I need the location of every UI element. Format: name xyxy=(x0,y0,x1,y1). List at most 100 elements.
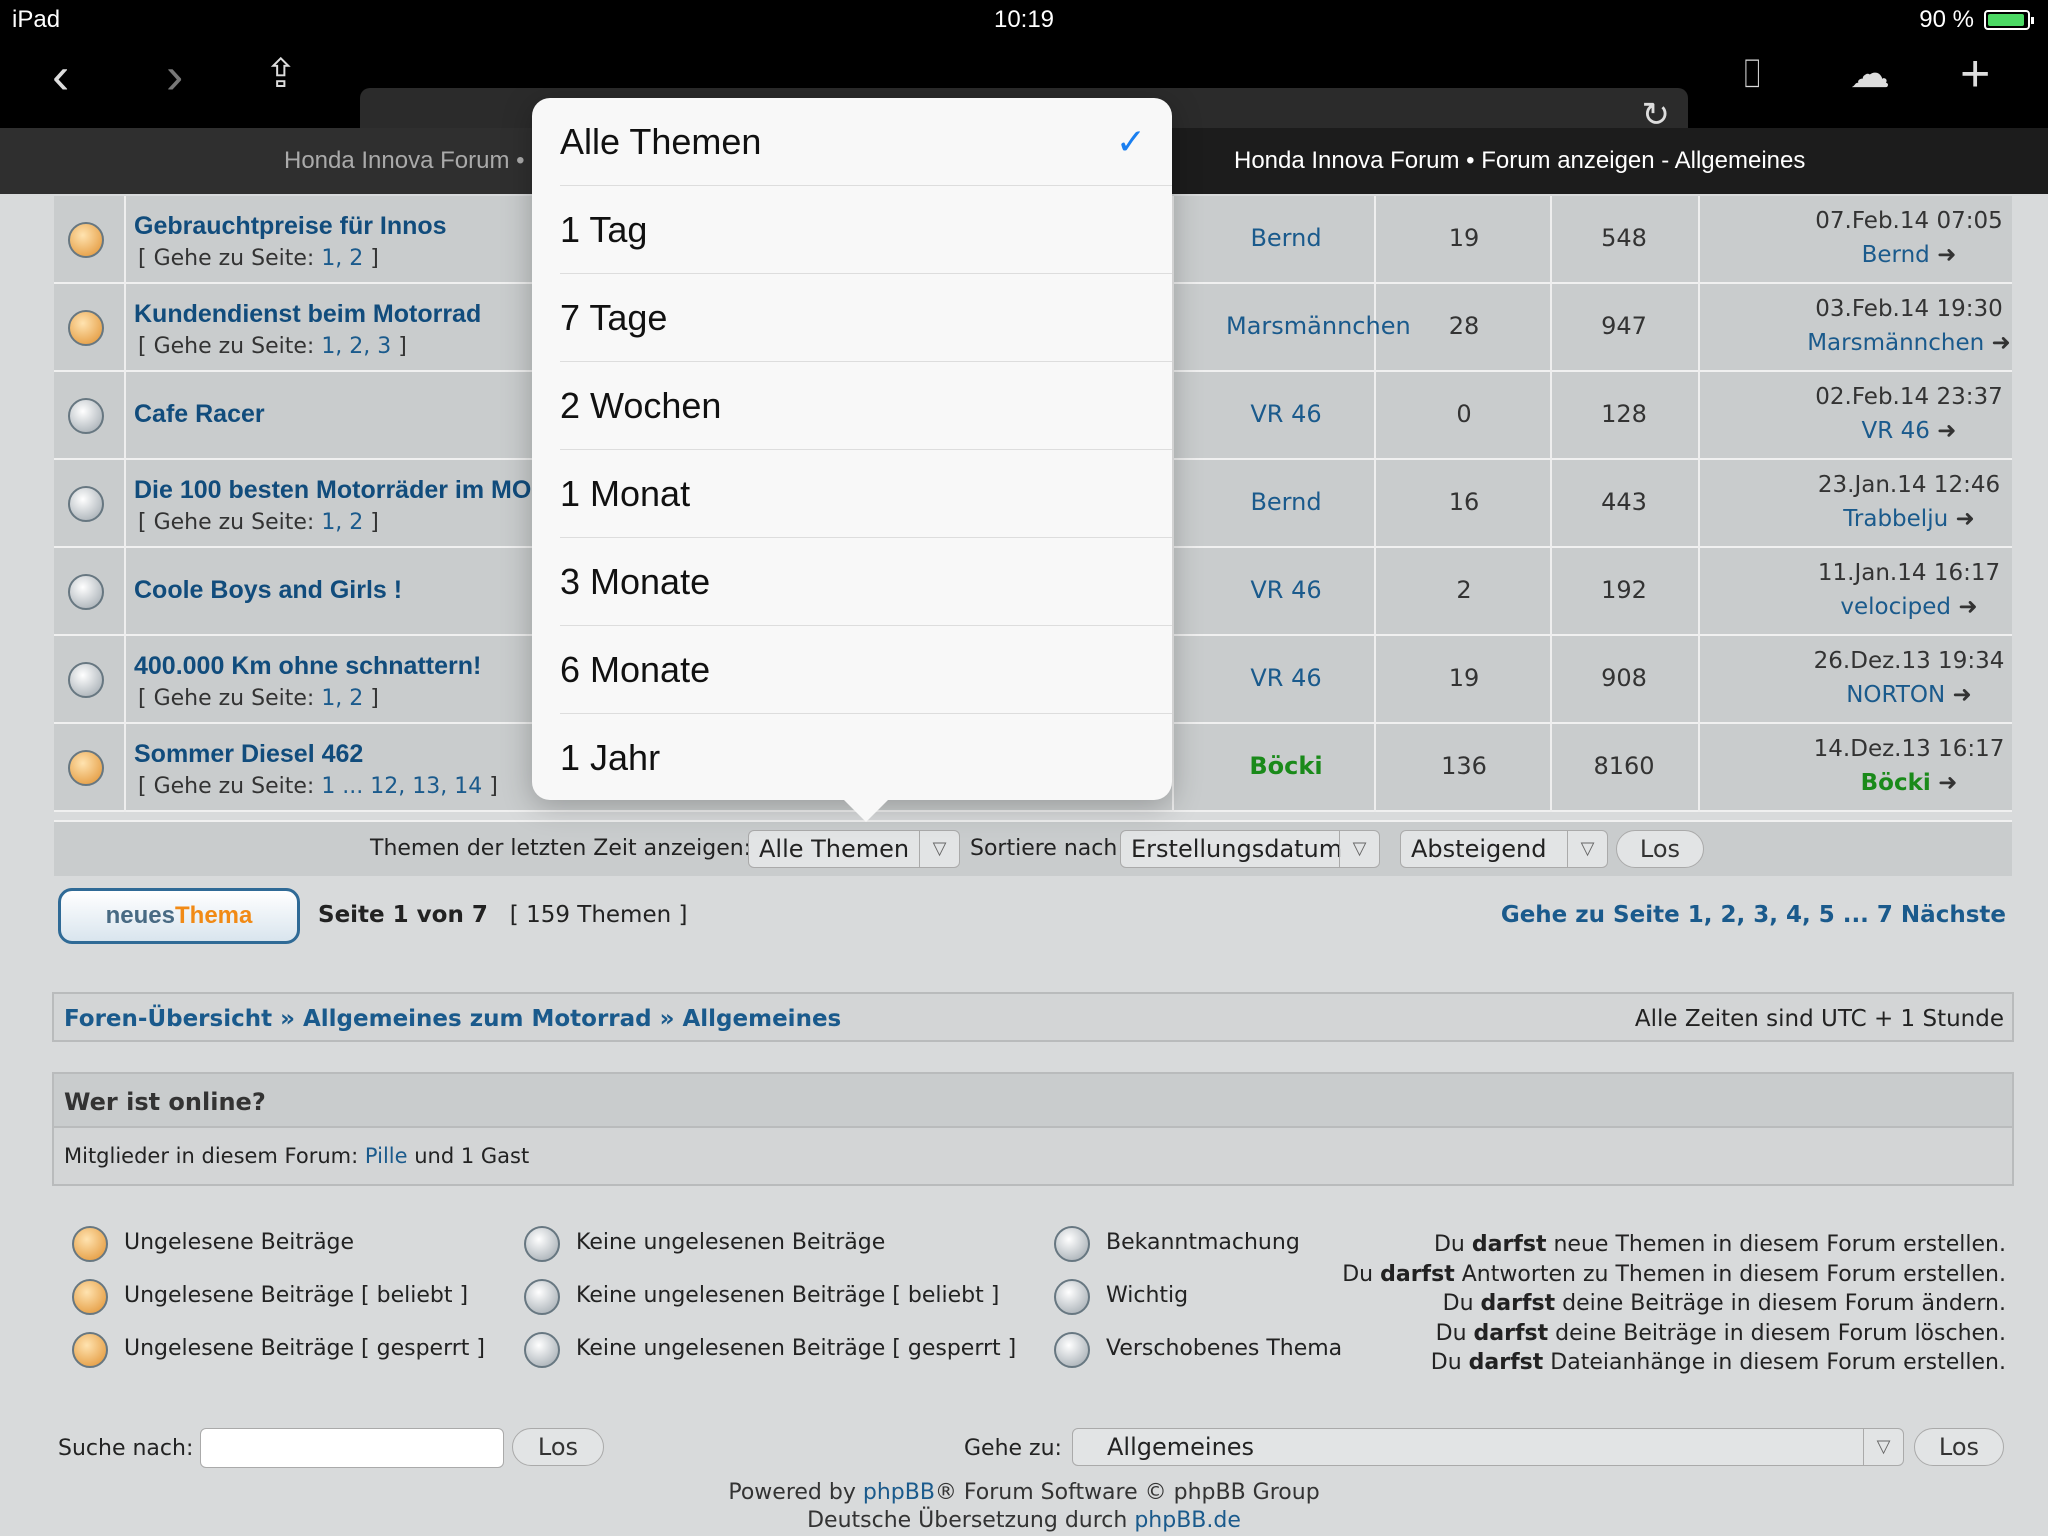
topic-author[interactable]: Bernd xyxy=(1226,488,1346,516)
last-post-date: 23.Jan.14 12:46 xyxy=(1817,472,2001,498)
goto-value: Allgemeines xyxy=(1107,1433,1255,1461)
pagination-links[interactable]: Gehe zu Seite 1, 2, 3, 4, 5 ... 7 Nächst… xyxy=(1501,902,2006,928)
last-post: 23.Jan.14 12:46 Trabbelju ➜ xyxy=(1754,468,2048,536)
goto-last-post-icon[interactable]: ➜ xyxy=(1953,682,1972,708)
last-post: 03.Feb.14 19:30 Marsmännchen ➜ xyxy=(1754,292,2048,360)
topic-title[interactable]: Coole Boys and Girls ! xyxy=(134,576,402,605)
last-post-date: 11.Jan.14 16:17 xyxy=(1817,560,2001,586)
topic-author[interactable]: Bernd xyxy=(1226,224,1346,252)
last-post: 07.Feb.14 07:05 Bernd ➜ xyxy=(1754,204,2048,272)
last-post-date: 14.Dez.13 16:17 xyxy=(1813,736,2005,762)
last-post: 14.Dez.13 16:17 Böcki ➜ xyxy=(1754,732,2048,800)
battery-percent: 90 % xyxy=(1919,6,1974,33)
reload-icon[interactable]: ↻ xyxy=(1642,98,1671,132)
last-post-user[interactable]: Trabbelju xyxy=(1843,506,1948,532)
goto-button[interactable]: Los xyxy=(1914,1428,2004,1466)
breadcrumb: Foren-Übersicht » Allgemeines zum Motorr… xyxy=(52,992,2014,1042)
topic-author[interactable]: VR 46 xyxy=(1226,576,1346,604)
time-filter-select[interactable]: Alle Themen ▽ xyxy=(748,830,960,868)
topic-status-icon xyxy=(68,222,104,258)
legend-icon xyxy=(524,1279,560,1315)
online-body: Mitglieder in diesem Forum: Pille und 1 … xyxy=(52,1126,2014,1186)
legend-label: Bekanntmachung xyxy=(1106,1230,1300,1255)
legend-icon xyxy=(72,1226,108,1262)
time-filter-label: Themen der letzten Zeit anzeigen: xyxy=(370,836,752,861)
dropdown-option[interactable]: 1 Tag xyxy=(560,186,1172,274)
back-icon[interactable]: ‹ xyxy=(52,50,69,102)
reply-count: 0 xyxy=(1456,400,1472,428)
topic-author[interactable]: Marsmännchen xyxy=(1226,312,1411,340)
topic-page-links[interactable]: 1, 2 xyxy=(321,246,363,271)
last-post-date: 02.Feb.14 23:37 xyxy=(1815,384,2003,410)
share-icon[interactable]: ⇪ xyxy=(264,54,298,94)
forward-icon[interactable]: › xyxy=(166,50,183,102)
topic-author[interactable]: Böcki xyxy=(1226,752,1346,780)
online-user[interactable]: Pille xyxy=(365,1144,408,1168)
goto-last-post-icon[interactable]: ➜ xyxy=(1937,242,1956,268)
legend-label: Keine ungelesenen Beiträge [ beliebt ] xyxy=(576,1283,1000,1308)
goto-last-post-icon[interactable]: ➜ xyxy=(1937,418,1956,444)
view-count: 947 xyxy=(1601,312,1647,340)
topic-title[interactable]: Kundendienst beim Motorrad xyxy=(134,300,481,329)
sort-field-select[interactable]: Erstellungsdatum ▽ xyxy=(1120,830,1380,868)
topic-page-links[interactable]: 1, 2 xyxy=(321,510,363,535)
last-post-user[interactable]: VR 46 xyxy=(1862,418,1930,444)
topic-title[interactable]: Sommer Diesel 462 xyxy=(134,740,363,769)
new-topic-button[interactable]: neuesThema xyxy=(58,888,300,944)
goto-last-post-icon[interactable]: ➜ xyxy=(1955,506,1974,532)
breadcrumb-path[interactable]: Foren-Übersicht » Allgemeines zum Motorr… xyxy=(64,1006,841,1032)
new-topic-label-b: Thema xyxy=(175,902,253,929)
phpbb-link[interactable]: phpBB xyxy=(863,1480,935,1505)
tab-active[interactable]: Honda Innova Forum • Forum anzeigen - Al… xyxy=(1024,128,2048,194)
dropdown-option[interactable]: 3 Monate xyxy=(560,538,1172,626)
last-post-user[interactable]: Böcki xyxy=(1861,770,1931,796)
dropdown-option[interactable]: 6 Monate xyxy=(560,626,1172,714)
goto-last-post-icon[interactable]: ➜ xyxy=(1992,330,2011,356)
topic-title[interactable]: 400.000 Km ohne schnattern! xyxy=(134,652,481,681)
dropdown-option[interactable]: 7 Tage xyxy=(560,274,1172,362)
battery-area: 90 % xyxy=(1919,6,2034,34)
dropdown-option[interactable]: Alle Themen ✓ xyxy=(560,98,1172,186)
phpbb-de-link[interactable]: phpBB.de xyxy=(1134,1508,1241,1533)
legend-icon xyxy=(524,1332,560,1368)
reply-count: 2 xyxy=(1456,576,1472,604)
search-input[interactable] xyxy=(200,1428,504,1468)
last-post: 11.Jan.14 16:17 velociped ➜ xyxy=(1754,556,2048,624)
topic-author[interactable]: VR 46 xyxy=(1226,664,1346,692)
page-info: Seite 1 von 7 [ 159 Themen ] xyxy=(318,902,687,928)
last-post-user[interactable]: NORTON xyxy=(1846,682,1945,708)
bookmarks-icon[interactable]: ⌷ xyxy=(1740,54,1764,94)
dropdown-option[interactable]: 1 Monat xyxy=(560,450,1172,538)
topic-page-links[interactable]: 1, 2, 3 xyxy=(321,334,391,359)
goto-last-post-icon[interactable]: ➜ xyxy=(1938,770,1957,796)
online-header: Wer ist online? xyxy=(52,1072,2014,1128)
topic-title[interactable]: Gebrauchtpreise für Innos xyxy=(134,212,447,241)
last-post-user[interactable]: velociped xyxy=(1840,594,1951,620)
sort-order-select[interactable]: Absteigend ▽ xyxy=(1400,830,1608,868)
last-post-user[interactable]: Bernd xyxy=(1862,242,1930,268)
topic-title[interactable]: Cafe Racer xyxy=(134,400,265,429)
topic-page-links[interactable]: 1, 2 xyxy=(321,686,363,711)
last-post-user[interactable]: Marsmännchen xyxy=(1807,330,1984,356)
goto-select[interactable]: Allgemeines ▽ xyxy=(1072,1428,1904,1466)
legend-label: Ungelesene Beiträge [ gesperrt ] xyxy=(124,1336,485,1361)
search-button[interactable]: Los xyxy=(512,1428,604,1466)
topic-status-icon xyxy=(68,750,104,786)
dropdown-option[interactable]: 2 Wochen xyxy=(560,362,1172,450)
battery-icon xyxy=(1984,10,2034,30)
topic-title[interactable]: Die 100 besten Motorräder im MO xyxy=(134,476,531,505)
topic-page-links[interactable]: 1 ... 12, 13, 14 xyxy=(321,774,482,799)
sort-go-button[interactable]: Los xyxy=(1616,830,1704,868)
topic-count: [ 159 Themen ] xyxy=(509,902,688,928)
cloud-tabs-icon[interactable]: ☁ xyxy=(1850,54,1890,94)
goto-last-post-icon[interactable]: ➜ xyxy=(1958,594,1977,620)
status-bar: iPad 10:19 90 % xyxy=(0,0,2048,40)
reply-count: 19 xyxy=(1448,664,1480,692)
legend-label: Keine ungelesenen Beiträge [ gesperrt ] xyxy=(576,1336,1017,1361)
dropdown-option[interactable]: 1 Jahr xyxy=(560,714,1172,802)
sort-order-value: Absteigend xyxy=(1411,835,1547,863)
new-tab-icon[interactable]: + xyxy=(1960,48,1990,100)
time-filter-value: Alle Themen xyxy=(759,835,910,863)
topic-pages: [ Gehe zu Seite: 1, 2, 3 ] xyxy=(138,334,407,359)
topic-author[interactable]: VR 46 xyxy=(1226,400,1346,428)
